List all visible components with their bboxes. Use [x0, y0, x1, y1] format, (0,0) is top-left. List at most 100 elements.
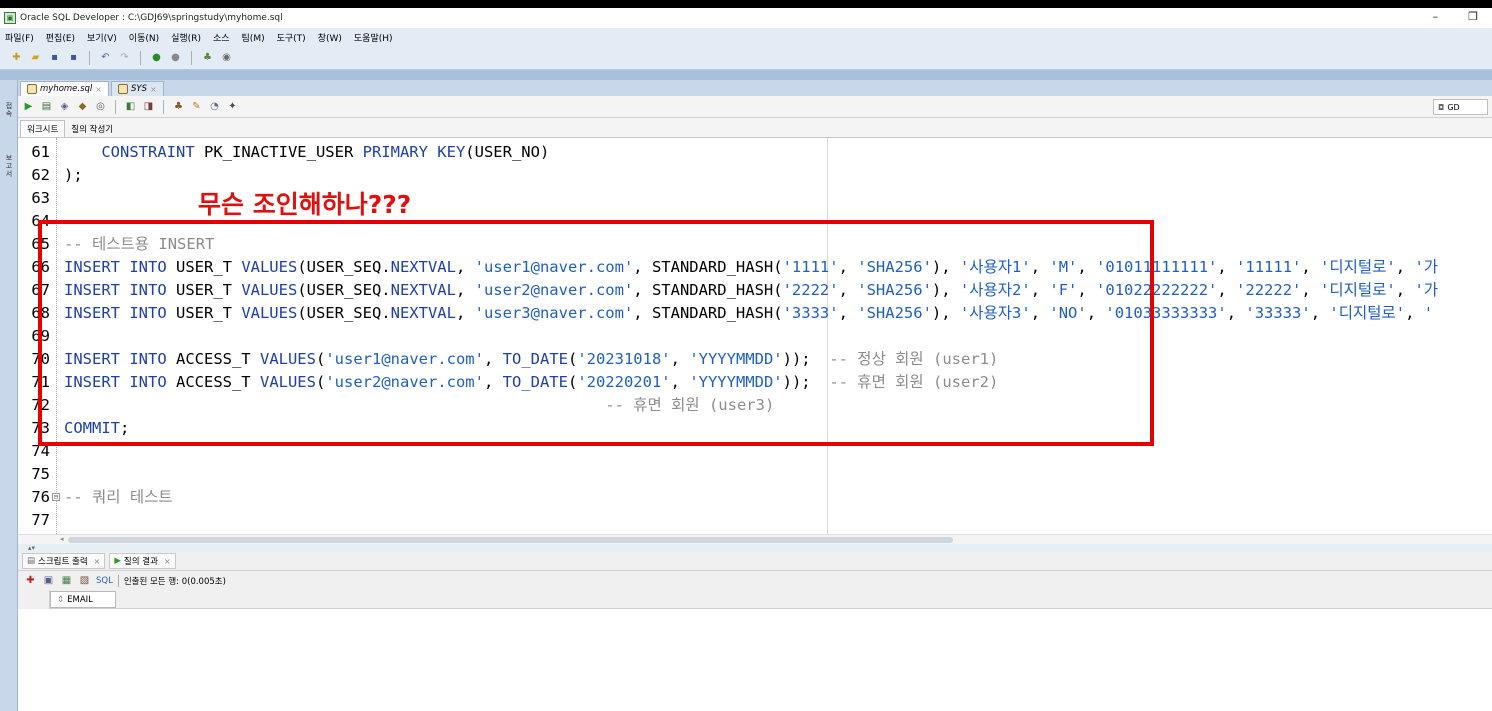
sql-token: );: [64, 166, 83, 184]
sql-token: ,: [1310, 304, 1330, 322]
export-icon[interactable]: ▦: [60, 574, 73, 587]
sql-keyword: CONSTRAINT: [101, 143, 195, 161]
toolbar-separator: [117, 574, 119, 587]
sql-token: ,: [1217, 258, 1237, 276]
redo-icon[interactable]: ↷: [118, 51, 131, 64]
menu-team[interactable]: 팀(M): [242, 31, 265, 44]
red-highlight-box: [38, 220, 1154, 446]
monitor-icon[interactable]: ◉: [220, 51, 233, 64]
reports-side-tab[interactable]: 보고서: [3, 154, 15, 178]
menu-tools[interactable]: 도구(T): [277, 31, 306, 44]
new-file-icon[interactable]: ✚: [10, 51, 23, 64]
rollback-icon[interactable]: ◨: [142, 100, 155, 113]
sql-tuning-icon[interactable]: ◎: [94, 100, 107, 113]
column-header-email[interactable]: ⇕ EMAIL: [50, 591, 116, 608]
tab-myhome-sql[interactable]: myhome.sql ×: [20, 81, 109, 96]
open-folder-icon[interactable]: ▰: [29, 51, 42, 64]
line-number: 75: [31, 465, 50, 483]
save-all-icon[interactable]: ▪: [67, 51, 80, 64]
menu-bar: 파일(F) 편집(E) 보기(V) 이동(N) 실행(R) 소스 팀(M) 도구…: [0, 28, 1492, 46]
horizontal-scrollbar[interactable]: ◂: [18, 534, 1492, 544]
column-label: EMAIL: [67, 594, 93, 605]
toolbar-separator: [89, 50, 90, 65]
tab-label: SYS: [131, 84, 147, 94]
fetch-icon[interactable]: ▧: [78, 574, 91, 587]
run-statement-icon[interactable]: ▶: [22, 100, 35, 113]
code-line[interactable]: 77: [18, 509, 1492, 532]
code-line[interactable]: 76 ⊟ -- 쿼리 테스트: [18, 486, 1492, 509]
main-toolbar: ✚ ▰ ▪ ▪ ↶ ↷ ● ● ♣ ◉: [0, 46, 1492, 70]
close-icon[interactable]: ×: [150, 85, 157, 94]
sql-string: '33333': [1245, 304, 1311, 322]
tab-label: 질의 결과: [123, 557, 158, 567]
sql-link[interactable]: SQL: [96, 576, 113, 586]
tab-script-output[interactable]: ▤ 스크립트 출력 ×: [22, 553, 106, 569]
connections-side-tab[interactable]: 접속: [3, 102, 15, 118]
close-icon[interactable]: ×: [95, 85, 102, 94]
database-icon: ◘: [1438, 102, 1445, 112]
code-line[interactable]: 62);: [18, 164, 1492, 187]
menu-run[interactable]: 실행(R): [171, 31, 201, 44]
toolbar-separator: [140, 50, 141, 65]
menu-edit[interactable]: 편집(E): [46, 31, 75, 44]
history-icon[interactable]: ◔: [208, 100, 221, 113]
menu-window[interactable]: 창(W): [318, 31, 342, 44]
code-text: -- 쿼리 테스트: [64, 486, 173, 509]
menu-source[interactable]: 소스: [213, 31, 230, 44]
line-number: 63: [31, 189, 50, 207]
sql-token: ,: [1301, 258, 1321, 276]
window-title: Oracle SQL Developer : C:\GDJ69\springst…: [20, 13, 283, 23]
undo-icon[interactable]: ↶: [99, 51, 112, 64]
document-tab-bar: myhome.sql × SYS ×: [18, 80, 1492, 96]
autotrace-icon[interactable]: ◈: [58, 100, 71, 113]
forward-icon[interactable]: ●: [169, 51, 182, 64]
top-black-bar: [0, 0, 1492, 8]
menu-navigate[interactable]: 이동(N): [129, 31, 159, 44]
tab-worksheet[interactable]: 워크시트: [20, 120, 66, 137]
tab-sys[interactable]: SYS ×: [111, 81, 164, 96]
eraser-icon[interactable]: ✎: [190, 100, 203, 113]
result-grid-header: ⇕ EMAIL: [18, 590, 1492, 609]
connection-name: GD: [1447, 102, 1460, 112]
print-icon[interactable]: ▣: [42, 574, 55, 587]
output-tab-bar: ▤ 스크립트 출력 × ▶ 질의 결과 ×: [18, 552, 1492, 571]
unshared-worksheet-icon[interactable]: ♣: [172, 100, 185, 113]
red-annotation-text: 무슨 조인해하나???: [198, 190, 412, 219]
restore-button[interactable]: ❐: [1468, 10, 1478, 23]
tab-query-builder[interactable]: 질의 작성기: [65, 120, 119, 137]
sql-token: ,: [1226, 304, 1246, 322]
format-icon[interactable]: ✦: [226, 100, 239, 113]
close-icon[interactable]: ×: [94, 557, 101, 566]
scroll-left-icon[interactable]: ◂: [60, 535, 64, 543]
panel-splitter[interactable]: ▴▾: [18, 544, 1492, 552]
sql-token: ,: [1395, 258, 1415, 276]
commit-icon[interactable]: ◧: [124, 100, 137, 113]
back-icon[interactable]: ●: [150, 51, 163, 64]
save-icon[interactable]: ▪: [48, 51, 61, 64]
sql-worksheet-icon: [27, 84, 37, 94]
worksheet-toolbar: ▶ ▤ ◈ ◆ ◎ ◧ ◨ ♣ ✎ ◔ ✦ ◘ GD: [18, 96, 1492, 118]
connections-icon[interactable]: ♣: [201, 51, 214, 64]
toolbar-separator: [115, 99, 116, 114]
run-script-icon[interactable]: ▤: [40, 100, 53, 113]
tab-query-result[interactable]: ▶ 질의 결과 ×: [109, 553, 176, 569]
explain-plan-icon[interactable]: ◆: [76, 100, 89, 113]
connection-select[interactable]: ◘ GD: [1433, 99, 1488, 115]
result-toolbar: ✚ ▣ ▦ ▧ SQL 인출된 모든 행: 0(0.005초): [18, 571, 1492, 590]
grid-corner: [18, 590, 50, 609]
left-side-strip: 접속 보고서: [0, 80, 18, 711]
menu-view[interactable]: 보기(V): [87, 31, 117, 44]
scrollbar-thumb[interactable]: [68, 537, 953, 543]
close-icon[interactable]: ×: [164, 557, 171, 566]
code-line[interactable]: 75: [18, 463, 1492, 486]
tab-label: myhome.sql: [40, 84, 93, 94]
run-result-icon: ▶: [114, 556, 121, 566]
minimize-button[interactable]: –: [1433, 10, 1439, 23]
fetch-status: 인출된 모든 행: 0(0.005초): [123, 576, 226, 587]
pin-icon[interactable]: ✚: [24, 574, 37, 587]
menu-file[interactable]: 파일(F): [5, 31, 34, 44]
code-line[interactable]: 61 CONSTRAINT PK_INACTIVE_USER PRIMARY K…: [18, 141, 1492, 164]
fold-toggle-icon[interactable]: ⊟: [52, 493, 60, 501]
line-number: 61: [31, 143, 50, 161]
menu-help[interactable]: 도움말(H): [354, 31, 393, 44]
